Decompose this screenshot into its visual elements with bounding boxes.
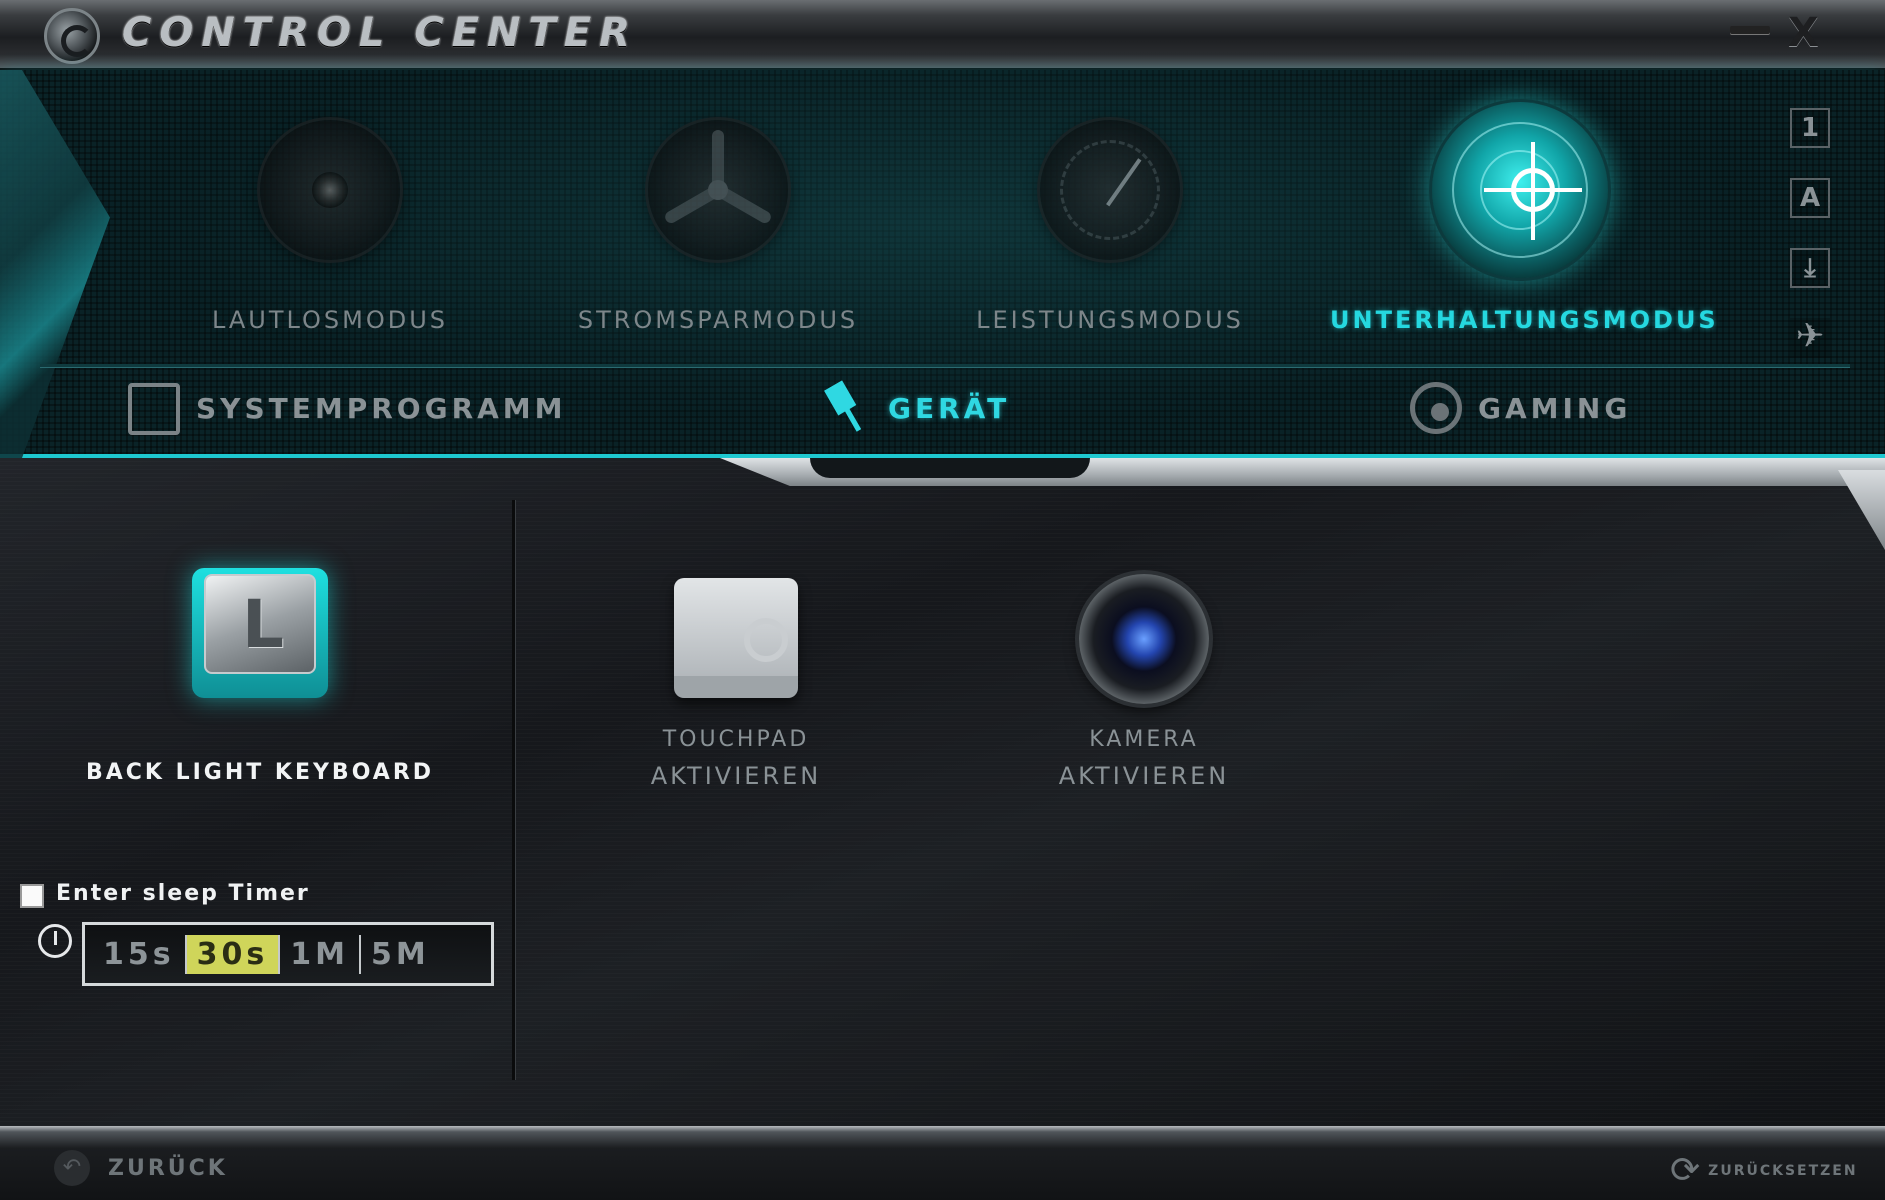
stopwatch-icon bbox=[38, 924, 72, 958]
plug-icon bbox=[810, 372, 881, 443]
crosshair-icon bbox=[1432, 102, 1608, 278]
backlight-keyboard-label: BACK LIGHT KEYBOARD bbox=[85, 760, 435, 785]
mode-label: Lautlosmodus bbox=[211, 306, 449, 334]
touchpad-toggle[interactable]: TouchPad AKTIVIEREN bbox=[586, 578, 886, 794]
sleep-timer-checkbox[interactable] bbox=[20, 884, 44, 908]
camera-action: AKTIVIEREN bbox=[1058, 762, 1230, 790]
gauge-icon bbox=[1040, 120, 1180, 260]
timer-option-15s[interactable]: 15s bbox=[93, 934, 187, 974]
mode-panel: Lautlosmodus Stromsparmodus Leistungsmod… bbox=[0, 70, 1885, 458]
sleep-timer-label: Enter sleep Timer bbox=[56, 880, 310, 906]
timer-option-1m[interactable]: 1M bbox=[280, 934, 361, 974]
tab-systemprogramm[interactable]: SYSTEMPROGRAMM bbox=[128, 380, 567, 436]
speaker-icon bbox=[260, 120, 400, 260]
sleep-timer-row: Enter sleep Timer bbox=[20, 878, 310, 908]
tab-label: SYSTEMPROGRAMM bbox=[196, 391, 567, 425]
tab-geraet[interactable]: GERÄT bbox=[820, 380, 1010, 436]
back-label: ZURÜCK bbox=[108, 1155, 228, 1181]
tab-label: GAMING bbox=[1478, 391, 1632, 425]
mode-lautlos[interactable]: Lautlosmodus bbox=[140, 120, 520, 334]
mode-label: Unterhaltungsmodus bbox=[1330, 306, 1719, 334]
refresh-icon: ⟳ bbox=[1670, 1150, 1701, 1191]
back-button[interactable]: ↶ ZURÜCK bbox=[54, 1150, 228, 1186]
backlight-keyboard-section: L BACK LIGHT KEYBOARD bbox=[60, 568, 460, 785]
back-arrow-icon: ↶ bbox=[54, 1150, 90, 1186]
reset-button[interactable]: ⟳ ZURÜCKSETZEN bbox=[1670, 1150, 1858, 1191]
panel-left-decoration bbox=[0, 70, 110, 458]
footer-bar: ↶ ZURÜCK ⟳ ZURÜCKSETZEN bbox=[0, 1126, 1885, 1200]
camera-toggle[interactable]: Kamera AKTIVIEREN bbox=[994, 574, 1294, 794]
content-divider bbox=[512, 500, 515, 1080]
touchpad-icon bbox=[674, 578, 798, 698]
minimize-icon[interactable] bbox=[1730, 26, 1770, 34]
camera-icon bbox=[1079, 574, 1209, 704]
sleep-timer-selector: 15s 30s 1M 5M bbox=[82, 922, 494, 986]
timer-option-30s[interactable]: 30s bbox=[186, 934, 281, 974]
touchpad-label: TouchPad bbox=[662, 727, 810, 752]
timer-option-5m[interactable]: 5M bbox=[361, 935, 440, 974]
camera-label: Kamera bbox=[1089, 727, 1199, 752]
download-icon[interactable]: ⤓ bbox=[1790, 248, 1830, 288]
content-area bbox=[0, 458, 1885, 1126]
nav-divider bbox=[40, 364, 1850, 367]
side-icon-bar: 1 A ⤓ ✈ bbox=[1790, 108, 1834, 388]
mode-stromspar[interactable]: Stromsparmodus bbox=[528, 120, 908, 334]
keyboard-key-icon[interactable]: L bbox=[192, 568, 328, 698]
app-logo-icon bbox=[44, 8, 100, 64]
tab-gaming[interactable]: GAMING bbox=[1410, 380, 1631, 436]
profile-a-icon[interactable]: A bbox=[1790, 178, 1830, 218]
profile-1-icon[interactable]: 1 bbox=[1790, 108, 1830, 148]
airplane-icon[interactable]: ✈ bbox=[1790, 318, 1830, 358]
mode-unterhaltung[interactable]: Unterhaltungsmodus bbox=[1330, 102, 1719, 334]
mode-label: Stromsparmodus bbox=[577, 306, 859, 334]
mode-leistung[interactable]: Leistungsmodus bbox=[920, 120, 1300, 334]
mode-label: Leistungsmodus bbox=[976, 306, 1244, 334]
reset-label: ZURÜCKSETZEN bbox=[1708, 1162, 1858, 1179]
fan-icon bbox=[648, 120, 788, 260]
monitor-icon bbox=[128, 383, 180, 435]
touchpad-action: AKTIVIEREN bbox=[650, 762, 822, 790]
tab-label: GERÄT bbox=[888, 391, 1011, 425]
steering-wheel-icon bbox=[1410, 382, 1462, 434]
key-letter: L bbox=[242, 586, 285, 663]
tab-connector-strip bbox=[720, 458, 1885, 486]
close-button[interactable]: X bbox=[1788, 10, 1819, 56]
app-title: CONTROL CENTER bbox=[122, 10, 638, 56]
title-bar: CONTROL CENTER X bbox=[0, 0, 1885, 70]
